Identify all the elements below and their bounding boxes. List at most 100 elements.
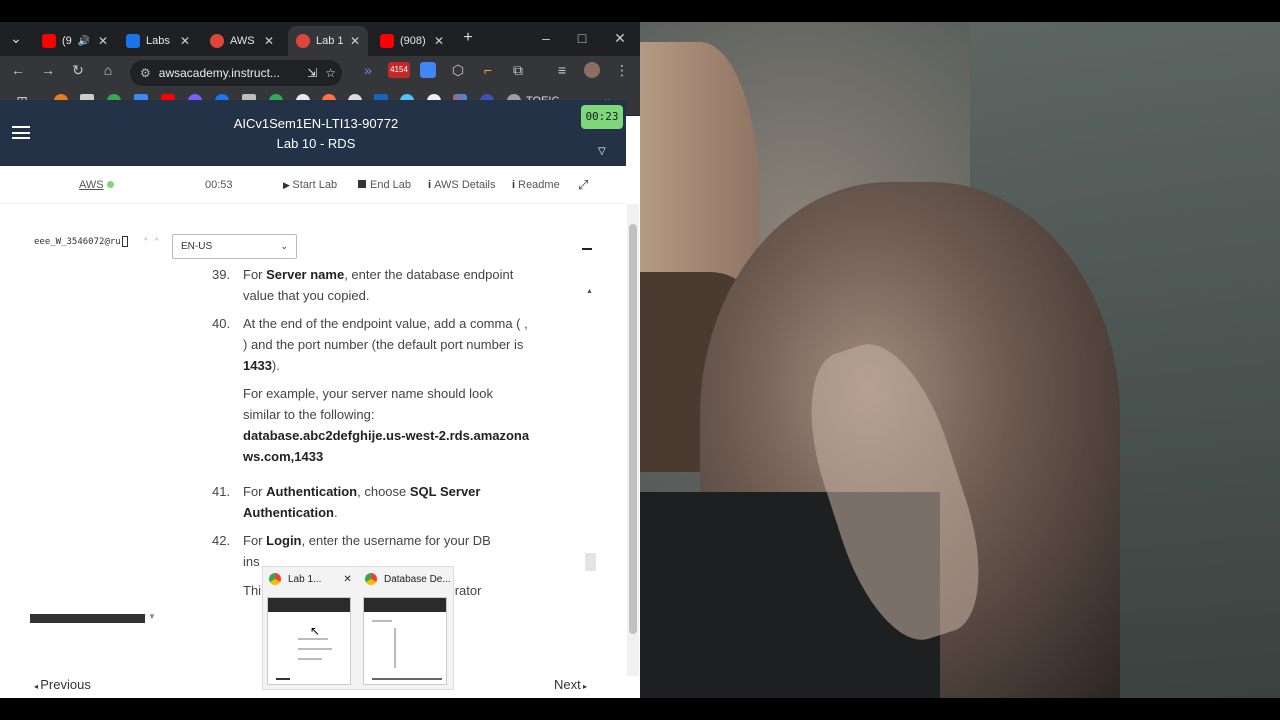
step-41: 41. For Authentication, choose SQL Serve… [212,481,532,523]
aws-status[interactable]: AWS [79,179,114,191]
end-lab-button[interactable]: End Lab [358,179,411,191]
reload-icon[interactable]: ↻ [70,62,86,78]
speaker-icon: 🔊 [77,35,91,47]
tab-search-icon[interactable]: ⌄ [8,30,24,46]
address-bar[interactable]: ⚙ awsacademy.instruct... ⇲ ☆ [130,60,342,86]
tab-aws[interactable]: AWS ✕ [202,26,282,56]
aws-icon [296,34,310,48]
video-frame [640,22,1280,698]
menu-kebab-icon[interactable]: ⋮ [614,62,630,78]
translate-icon[interactable] [420,62,436,78]
new-tab-icon[interactable]: + [460,30,476,46]
tab-lab-active[interactable]: Lab 1 ✕ [288,26,368,56]
preview-title: Lab 1... [288,573,322,585]
browser-toolbar: ← → ↻ ⌂ ⚙ awsacademy.instruct... ⇲ ☆ » 4… [0,56,640,88]
tab-youtube-2[interactable]: (908) ✕ [372,26,452,56]
close-icon[interactable]: ✕ [350,34,360,48]
puzzle-icon[interactable]: ⧉ [510,62,526,78]
step-text: At the end of the endpoint value, add a … [243,316,528,373]
preview-item-1[interactable]: Lab 1... ✕ [269,573,352,585]
user-id: eee_W_3546072@ru ⌃ ⌃ [34,236,159,247]
tab-strip: ⌄ (9 🔊 ✕ Labs ✕ AWS ✕ Lab 1 ✕ (908) ✕ + … [0,22,640,56]
stop-icon [358,180,366,188]
aws-label: AWS [79,179,104,191]
aws-details-label: AWS Details [434,179,496,191]
close-icon[interactable]: ✕ [180,34,190,48]
home-icon[interactable]: ⌂ [100,62,116,78]
install-icon[interactable]: ⇲ [307,66,317,80]
bookmark-star-icon[interactable]: ☆ [325,66,336,80]
minimize-icon[interactable]: – [538,30,554,46]
extension-arrows-icon[interactable]: » [360,62,376,78]
window-close-icon[interactable]: ✕ [612,30,628,46]
youtube-icon [42,34,56,48]
preview-thumbnail[interactable]: ↖ [267,597,351,685]
preview-item-2[interactable]: Database De... [365,573,451,585]
start-lab-button[interactable]: ▶ Start Lab [283,179,337,191]
close-icon[interactable]: ✕ [343,574,351,585]
status-dot-icon [106,181,114,188]
note-text: For example, your server name should loo… [243,386,494,422]
scroll-handle[interactable] [585,553,596,571]
step-text: Thi [243,583,262,598]
user-id-text: eee_W_3546072@ru [34,237,121,247]
chrome-icon [365,573,377,585]
media-icon[interactable]: ≡ [554,62,570,78]
site-info-icon[interactable]: ⚙ [140,66,151,80]
mouse-cursor-icon: ↖ [310,624,321,638]
play-icon: ▶ [283,180,293,190]
step-text: For Server name, enter the database endp… [243,267,514,303]
tab-youtube-1[interactable]: (9 🔊 ✕ [34,26,116,56]
youtube-icon [380,34,394,48]
thumbnail-line [298,658,322,660]
close-icon[interactable]: ✕ [98,34,108,48]
previous-link[interactable]: ◂ Previous [34,677,91,692]
previous-label: Previous [40,677,91,692]
step-number: 40. [212,316,231,331]
step-40: 40. At the end of the endpoint value, ad… [212,313,532,376]
extension-badge-icon[interactable]: 4154 [388,62,410,78]
tab-label: AWS [230,35,255,47]
sort-icon[interactable]: ⌃ ⌃ [143,237,159,247]
preview-thumbnail[interactable] [363,597,447,685]
labs-icon [126,34,140,48]
step-number: 39. [212,267,231,282]
next-link[interactable]: Next ▸ [554,677,587,692]
forward-icon[interactable]: → [40,62,56,78]
close-icon[interactable]: ✕ [264,34,274,48]
thumbnail-line [372,678,442,680]
lab-title: Lab 10 - RDS [276,136,356,151]
close-icon[interactable]: ✕ [434,34,444,48]
step-number: 41. [212,484,231,499]
thumbnail-line [298,648,332,650]
minimize-panel-icon[interactable] [582,248,592,250]
start-lab-label: Start Lab [292,179,338,191]
scroll-up-icon[interactable]: ▲ [586,288,593,295]
aws-details-button[interactable]: i AWS Details [428,179,495,191]
example-endpoint: database.abc2defghije.us-west-2.rds.amaz… [243,428,530,464]
chevron-right-icon: ▸ [580,682,587,691]
chevron-down-icon[interactable]: ▼ [148,612,156,621]
instruction-steps: 39. For Server name, enter the database … [212,264,532,601]
tab-label: Labs [146,35,170,47]
maximize-icon[interactable]: □ [574,30,590,46]
extension-orange-icon[interactable]: ⌐ [480,62,496,78]
thumbnail-line [372,620,392,622]
scrollbar-thumb[interactable] [629,224,637,634]
tab-label: (9 [62,35,72,47]
language-select[interactable]: EN-US ⌄ [172,234,297,259]
cube-icon[interactable]: ⬡ [450,62,466,78]
chevron-down-icon[interactable]: ▽ [598,146,606,157]
profile-avatar-icon[interactable] [584,62,600,78]
thumbnail-header [268,598,350,612]
aws-icon [210,34,224,48]
back-icon[interactable]: ← [10,62,26,78]
thumbnail-line [394,628,396,668]
step-text: For Authentication, choose SQL Server Au… [243,484,481,520]
step-39: 39. For Server name, enter the database … [212,264,532,306]
readme-button[interactable]: i Readme [512,179,560,191]
chevron-down-icon: ⌄ [280,241,288,251]
tab-labs[interactable]: Labs ✕ [118,26,198,56]
progress-bar [30,614,145,623]
fullscreen-icon[interactable]: ⤢ [578,177,588,193]
